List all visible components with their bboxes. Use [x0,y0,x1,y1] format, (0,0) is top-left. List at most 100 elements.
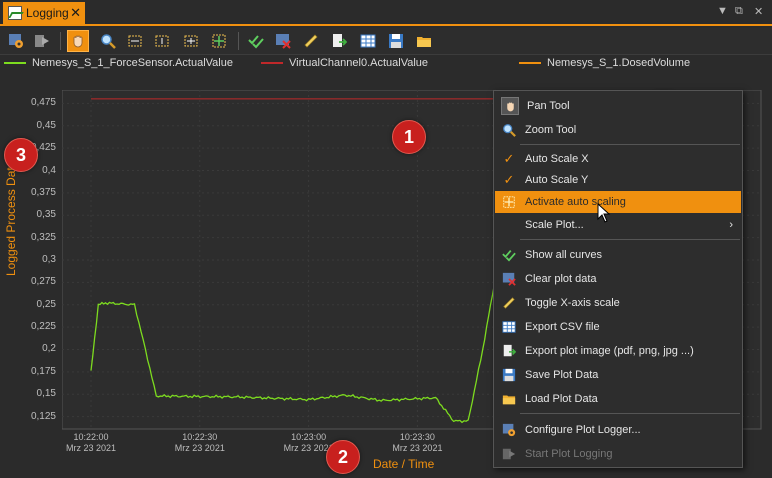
menu-item-label: Auto Scale X [525,153,589,165]
menu-item-auto-scale-x[interactable]: ✓ Auto Scale X [495,148,741,170]
submenu-arrow-icon: › [729,219,733,231]
tab-close-icon[interactable]: ✕ [70,5,81,21]
menu-item-export-csv[interactable]: Export CSV file [495,316,741,338]
legend-entry-virtual-channel[interactable]: VirtualChannel0.ActualValue [261,57,428,69]
menu-item-label: Zoom Tool [525,124,577,136]
menu-item-label: Clear plot data [525,273,597,285]
annotation-marker-2: 2 [326,440,360,474]
save-plot-button[interactable] [385,30,407,52]
double-check-icon [248,35,264,49]
toolbar [0,28,772,55]
folder-icon [501,391,517,407]
toolbar-separator [60,32,61,50]
window-close-icon[interactable]: ✕ [754,5,763,18]
legend-label: Nemesys_S_1_ForceSensor.ActualValue [32,57,233,69]
floppy-icon [501,367,517,383]
x-tick-label: 10:22:30 Mrz 23 2021 [174,432,225,453]
menu-item-label: Auto Scale Y [525,174,589,186]
activate-auto-scaling-button[interactable] [208,30,230,52]
auto-scale-x-button[interactable] [124,30,146,52]
start-logging-button[interactable] [31,30,53,52]
menu-item-show-all-curves[interactable]: Show all curves [495,244,741,266]
menu-item-export-plot-image[interactable]: Export plot image (pdf, png, jpg ...) [495,340,741,362]
export-image-icon [501,343,517,359]
y-tick-label: 0,325 [30,231,56,243]
tab-bar: Logging ✕ ▼ ⧉ ✕ [0,0,772,26]
y-tick-label: 0,45 [36,119,56,131]
mouse-cursor-icon [597,203,611,223]
menu-item-pan-tool[interactable]: Pan Tool [495,95,741,117]
zoom-tool-button[interactable] [97,30,119,52]
auto-scale-icon [212,34,226,48]
tab-logging[interactable]: Logging ✕ [3,2,85,24]
gear-plot-icon [9,34,23,48]
legend-label: Nemesys_S_1.DosedVolume [547,57,691,69]
load-plot-button[interactable] [413,30,435,52]
menu-item-zoom-tool[interactable]: Zoom Tool [495,119,741,141]
clear-plot-icon [501,271,517,287]
hand-icon [501,97,519,115]
menu-item-configure-plot-logger[interactable]: Configure Plot Logger... [495,419,741,441]
menu-item-load-plot-data[interactable]: Load Plot Data [495,388,741,410]
menu-item-label: Configure Plot Logger... [525,424,641,436]
export-csv-button[interactable] [357,30,379,52]
magnifier-icon [501,122,517,138]
window-menu-icon[interactable]: ▼ [717,5,728,17]
legend-entry-force-sensor[interactable]: Nemesys_S_1_ForceSensor.ActualValue [4,57,233,69]
auto-scale-y-button[interactable] [151,30,173,52]
plot-legend: Nemesys_S_1_ForceSensor.ActualValue Virt… [0,55,772,73]
show-all-curves-button[interactable] [245,30,267,52]
check-icon: ✓ [503,172,515,187]
hand-icon [73,35,83,48]
y-tick-label: 0,2 [42,343,56,355]
restore-icon[interactable]: ⧉ [735,5,743,18]
y-tick-label: 0,475 [30,97,56,109]
menu-item-clear-plot-data[interactable]: Clear plot data [495,268,741,290]
y-tick-label: 0,3 [42,254,56,265]
menu-item-label: Export CSV file [525,321,600,333]
context-menu: Pan Tool Zoom Tool ✓ Auto Scale X ✓ Auto… [493,90,743,468]
menu-item-label: Scale Plot... [525,219,584,231]
menu-item-start-plot-logging[interactable]: Start Plot Logging [495,443,741,465]
configure-logger-button[interactable] [5,30,27,52]
gear-plot-icon [501,422,517,438]
scale-y-icon [155,35,169,47]
y-tick-label: 0,35 [36,209,56,221]
pan-tool-button[interactable] [67,30,89,52]
clear-plot-button[interactable] [272,30,294,52]
auto-scale-icon [501,194,517,210]
x-axis-label: Date / Time [373,457,435,471]
menu-item-label: Start Plot Logging [525,448,613,460]
y-tick-label: 0,175 [30,365,56,377]
scale-plot-button[interactable] [180,30,202,52]
legend-swatch [519,62,541,64]
x-tick-label: 10:23:30 Mrz 23 2021 [392,432,443,453]
legend-swatch [4,62,26,64]
x-tick-label: 10:22:00 Mrz 23 2021 [65,432,117,453]
menu-separator [520,413,740,414]
table-icon [501,319,517,335]
menu-item-toggle-x-axis-scale[interactable]: Toggle X-axis scale [495,292,741,314]
y-tick-label: 0,125 [30,410,56,422]
legend-label: VirtualChannel0.ActualValue [289,57,429,69]
scale-xy-icon [184,35,198,47]
legend-entry-dosed-volume[interactable]: Nemesys_S_1.DosedVolume [519,57,690,69]
menu-item-scale-plot[interactable]: Scale Plot... › [495,214,741,236]
menu-item-activate-auto-scaling[interactable]: Activate auto scaling [495,191,741,213]
play-icon [35,35,49,47]
menu-item-label: Show all curves [525,249,603,261]
blank-icon [501,217,517,233]
ruler-icon [304,34,318,48]
menu-item-auto-scale-y[interactable]: ✓ Auto Scale Y [495,169,741,191]
menu-separator [520,239,740,240]
toggle-x-axis-scale-button[interactable] [300,30,322,52]
annotation-marker-3: 3 [4,138,38,172]
double-check-icon [501,247,517,263]
legend-swatch [261,62,283,64]
y-tick-label: 0,275 [30,276,56,288]
export-image-icon [333,34,347,47]
menu-item-save-plot-data[interactable]: Save Plot Data [495,364,741,386]
ruler-icon [501,295,517,311]
menu-item-label: Load Plot Data [525,393,598,405]
export-image-button[interactable] [328,30,350,52]
